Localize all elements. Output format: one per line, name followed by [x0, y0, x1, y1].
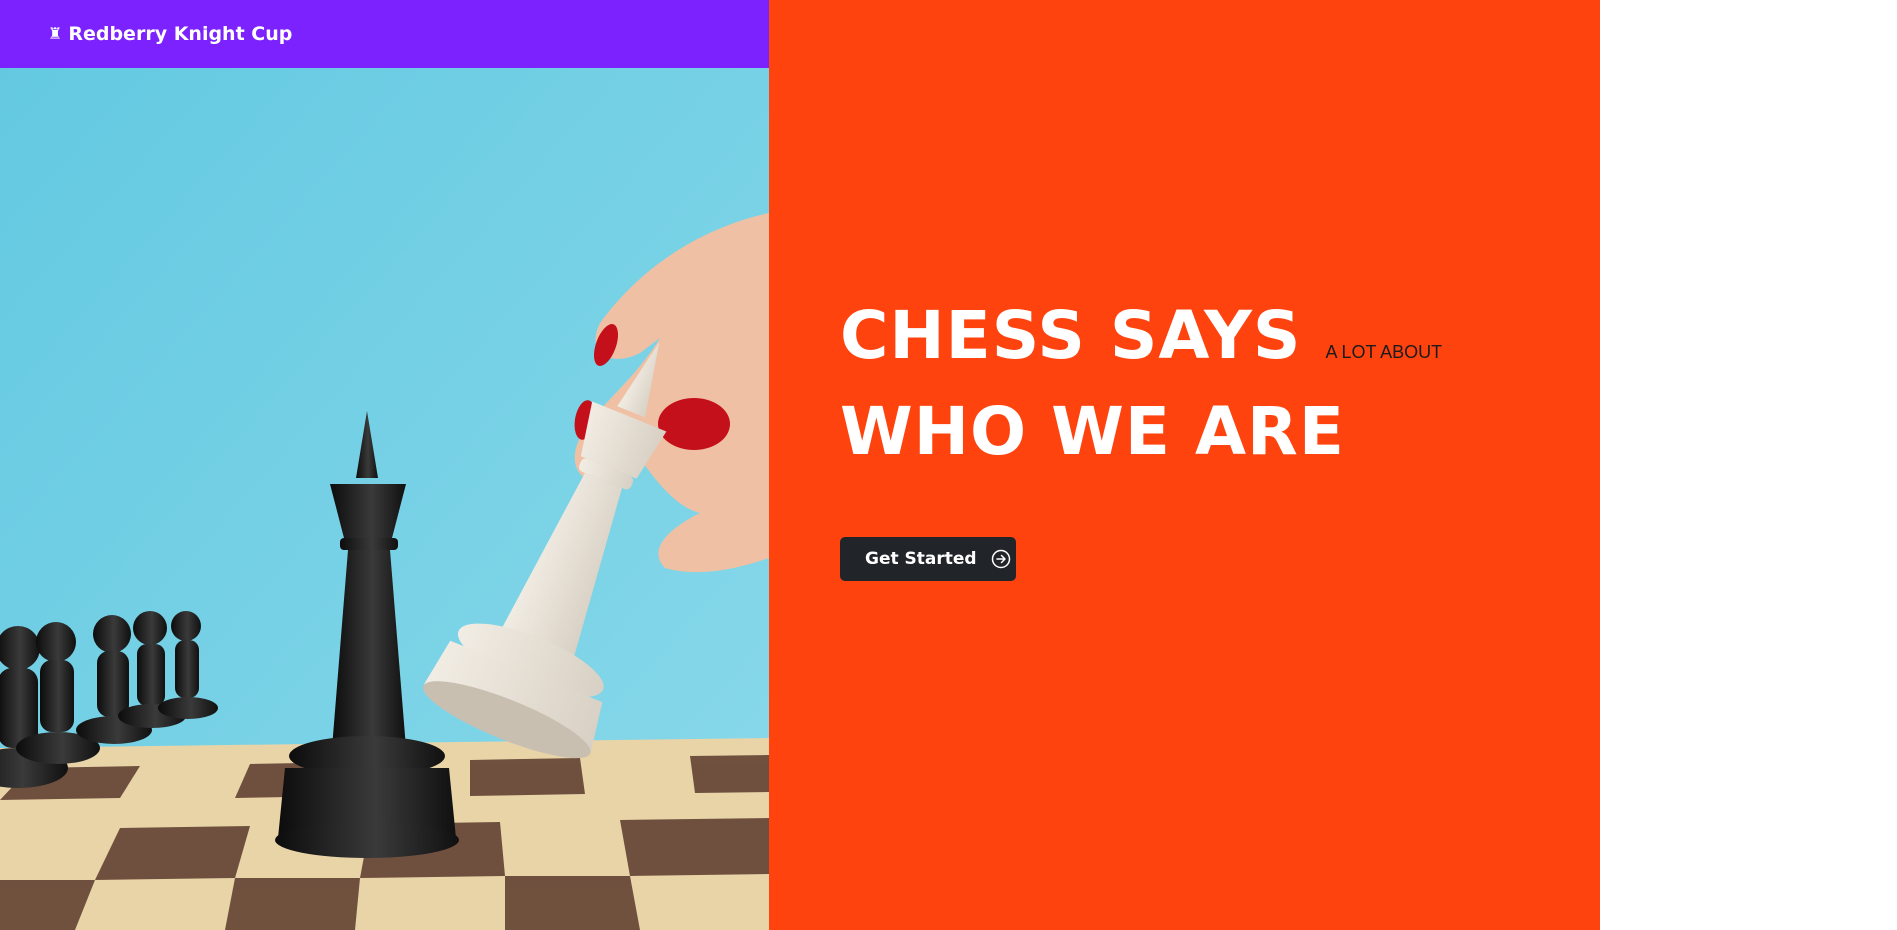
top-bar: ♜ Redberry Knight Cup: [0, 0, 769, 68]
get-started-button[interactable]: Get Started: [840, 537, 1016, 581]
headline-big-text-2: WHO WE ARE: [840, 393, 1345, 470]
arrow-right-circle-icon: [991, 549, 1011, 569]
headline-line-2: WHO WE ARE: [840, 384, 1442, 480]
headline-line-1: CHESS SAYS A LOT ABOUT: [840, 288, 1442, 384]
hero-image: [0, 68, 769, 930]
brand-logo[interactable]: ♜ Redberry Knight Cup: [48, 23, 292, 45]
left-panel: ♜ Redberry Knight Cup: [0, 0, 769, 930]
headline-big-text-1: CHESS SAYS: [840, 297, 1302, 374]
chess-rook-icon: ♜: [48, 24, 63, 43]
get-started-label: Get Started: [865, 549, 977, 569]
hero-panel: CHESS SAYS A LOT ABOUT WHO WE ARE Get St…: [769, 0, 1600, 930]
brand-name: Redberry Knight Cup: [68, 23, 293, 45]
hero-headline: CHESS SAYS A LOT ABOUT WHO WE ARE: [840, 288, 1442, 480]
headline-small-text: A LOT ABOUT: [1325, 342, 1443, 362]
